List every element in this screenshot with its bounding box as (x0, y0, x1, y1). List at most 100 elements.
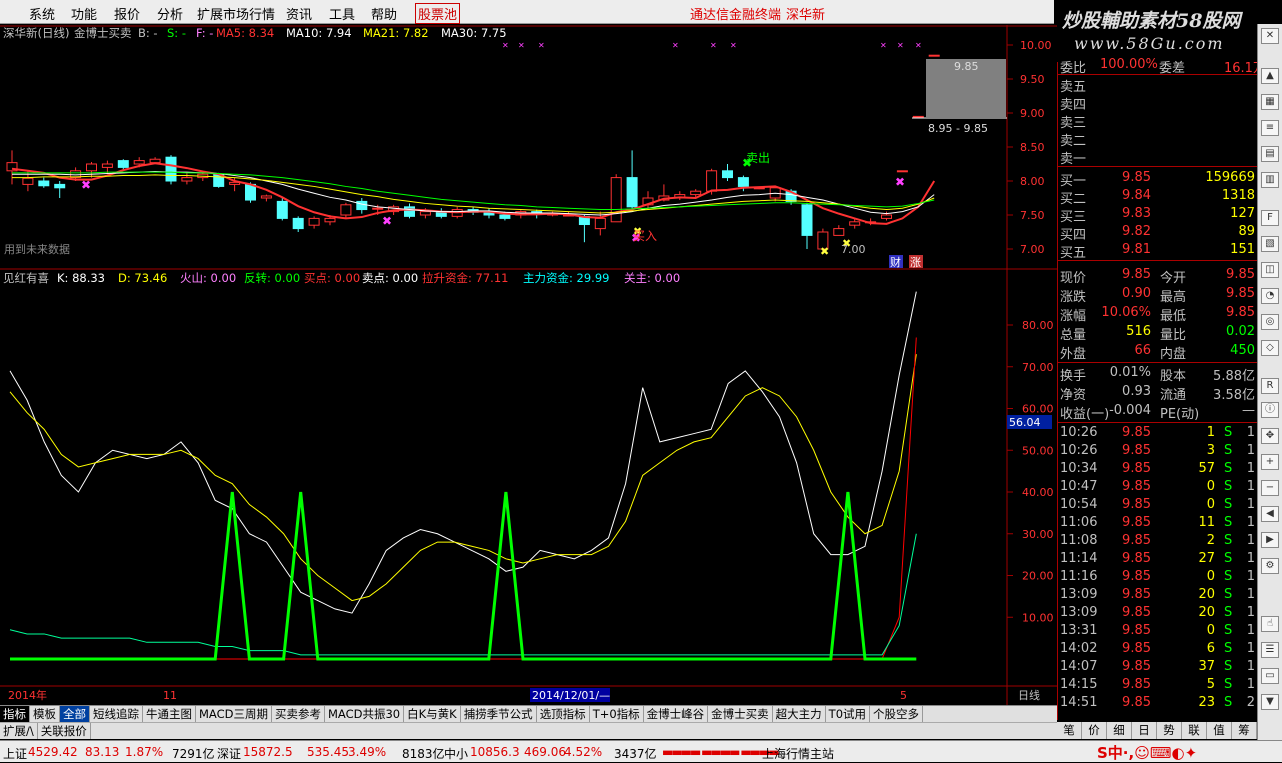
indicator-tab[interactable]: 个股空多 (870, 706, 924, 722)
candle-body (912, 115, 924, 118)
indicator-tab[interactable]: 选顶指标 (537, 706, 590, 722)
tick-time: 10:54 (1060, 497, 1098, 512)
right-icon[interactable]: ▶ (1261, 532, 1279, 548)
right-tab[interactable]: 联 (1182, 722, 1207, 739)
ma30-label: MA30: 7.75 (441, 26, 507, 40)
tick-volume: 23 (1198, 695, 1215, 710)
arrow-up-icon[interactable]: ▲ (1261, 68, 1279, 84)
candle-body (181, 177, 193, 182)
sz-amount: 8183亿 (402, 747, 445, 761)
station-label[interactable]: 上海行情主站 (762, 745, 834, 762)
menu-help[interactable]: 帮助 (371, 4, 397, 23)
right-tab[interactable]: 筹 (1232, 722, 1257, 739)
target-icon[interactable]: ◎ (1261, 314, 1279, 330)
window-icon[interactable]: ▭ (1261, 668, 1279, 684)
indicator-tabbar: 指标 模板 全部 短线追踪 牛通主图 MACD三周期 买卖参考 MACD共振30 白K与黄K 捕捞… (0, 705, 1057, 722)
kline-chart-svg[interactable]: 深华新(日线) 金博士买卖 B: - S: - F: - MA5: 8.34 M… (0, 25, 1057, 705)
indicator-tab[interactable]: 金博士峰谷 (644, 706, 709, 722)
buy-level-price: 9.81 (1122, 242, 1151, 257)
table-icon[interactable]: ▧ (1261, 236, 1279, 252)
menu-system[interactable]: 系统 (29, 4, 55, 23)
extend-tab[interactable]: 扩展/\ (0, 723, 38, 739)
stock-pool-button[interactable]: 股票池 (415, 3, 461, 24)
tick-side: S (1224, 623, 1233, 638)
candle-body (356, 200, 368, 211)
indicator-tab[interactable]: T0试用 (826, 706, 871, 722)
menu-extended-market[interactable]: 扩展市场行情 (197, 4, 275, 23)
f10-icon[interactable]: F (1261, 210, 1279, 226)
sub-y-tick-label: 50.00 (1022, 444, 1054, 457)
main-y-tick-label: 7.50 (1020, 209, 1045, 222)
buy-level-volume: 89 (1238, 224, 1255, 239)
down-icon[interactable]: ▼ (1261, 694, 1279, 710)
minute-icon[interactable]: ◫ (1261, 262, 1279, 278)
indicator-tab[interactable]: MACD三周期 (196, 706, 272, 722)
menu-function[interactable]: 功能 (71, 4, 97, 23)
indicator-tab[interactable]: 指标 (0, 706, 30, 722)
sh-change: 83.13 (85, 745, 120, 759)
chart-area[interactable]: 深华新(日线) 金博士买卖 B: - S: - F: - MA5: 8.34 M… (0, 25, 1057, 705)
settings-icon[interactable]: ⚙ (1261, 558, 1279, 574)
main-y-tick-label: 9.00 (1020, 107, 1045, 120)
sell5-label: 卖五 (1060, 80, 1087, 95)
indicator-tab[interactable]: 超大主力 (773, 706, 826, 722)
right-tab[interactable]: 细 (1107, 722, 1132, 739)
tick-side: S (1224, 515, 1233, 530)
chart-icon[interactable]: ▤ (1261, 146, 1279, 162)
stat-value: 9.85 (1122, 267, 1151, 282)
indicator-tab[interactable]: 捕捞季节公式 (461, 706, 537, 722)
period-label[interactable]: 日线 (1018, 688, 1040, 702)
cai-badge[interactable]: 财 (890, 255, 901, 269)
tick-count: 1 (1246, 569, 1255, 584)
tick-time: 11:14 (1060, 551, 1098, 566)
grid-icon[interactable]: ▦ (1261, 94, 1279, 110)
indicator-tab[interactable]: T+0指标 (590, 706, 644, 722)
left-icon[interactable]: ◀ (1261, 506, 1279, 522)
extend-tab[interactable]: 关联报价 (38, 723, 91, 739)
indicator-tab[interactable]: 金博士买卖 (708, 706, 773, 722)
sz-label: 深证 (217, 747, 242, 761)
right-tab[interactable]: 笔 (1057, 722, 1082, 739)
sogou-ime-icon[interactable]: S中·,☺⌨◐✦ (1097, 742, 1197, 763)
tick-count: 1 (1246, 497, 1255, 512)
menu-info[interactable]: 资讯 (286, 4, 312, 23)
menu-analysis[interactable]: 分析 (157, 4, 183, 23)
indicator-tab[interactable]: 买卖参考 (272, 706, 325, 722)
indicator-tab[interactable]: 全部 (60, 706, 90, 722)
move-icon[interactable]: ✥ (1261, 428, 1279, 444)
right-tab[interactable]: 日 (1132, 722, 1157, 739)
info-icon[interactable]: ⓘ (1261, 402, 1279, 418)
list-icon[interactable]: ≡ (1261, 120, 1279, 136)
filter-icon[interactable]: ◇ (1261, 340, 1279, 356)
indicator-tab[interactable]: 模板 (30, 706, 60, 722)
right-tab[interactable]: 势 (1157, 722, 1182, 739)
close-icon[interactable]: ✕ (1261, 28, 1279, 44)
pie-icon[interactable]: ◔ (1261, 288, 1279, 304)
rsi-icon[interactable]: R (1261, 378, 1279, 394)
hand-icon[interactable]: ☝ (1261, 616, 1279, 632)
zx-change: 469.06 (524, 745, 566, 759)
minus-icon[interactable]: − (1261, 480, 1279, 496)
tick-volume: 1 (1206, 425, 1215, 440)
d-label: D: 73.46 (118, 271, 167, 285)
indicator-tab[interactable]: 牛通主图 (143, 706, 196, 722)
tick-time: 13:09 (1060, 605, 1098, 620)
candle-body (849, 221, 861, 226)
sell-signal-label: 卖出 (746, 151, 770, 165)
indicator-tab[interactable]: MACD共振30 (325, 706, 405, 722)
right-tab[interactable]: 价 (1082, 722, 1107, 739)
tick-price: 9.85 (1122, 677, 1151, 692)
sub-y-tick-label: 40.00 (1022, 486, 1054, 499)
menu-quote[interactable]: 报价 (114, 4, 140, 23)
menu-tools[interactable]: 工具 (329, 4, 355, 23)
icon-strip: ✕ ▲ ▦ ≡ ▤ ▥ F ▧ ◫ ◔ ◎ ◇ R ⓘ ✥ + − ◀ ▶ ⚙ … (1257, 24, 1282, 740)
zhang-badge[interactable]: 涨 (910, 256, 921, 269)
doc-icon[interactable]: ☰ (1261, 642, 1279, 658)
kline-icon[interactable]: ▥ (1261, 172, 1279, 188)
indicator-tab[interactable]: 短线追踪 (90, 706, 143, 722)
indicator-tab[interactable]: 白K与黄K (404, 706, 461, 722)
stat2-label-2: 流通 (1160, 388, 1187, 403)
plus-icon[interactable]: + (1261, 454, 1279, 470)
right-tab[interactable]: 值 (1207, 722, 1232, 739)
sz-pct: 3.49% (348, 745, 387, 759)
